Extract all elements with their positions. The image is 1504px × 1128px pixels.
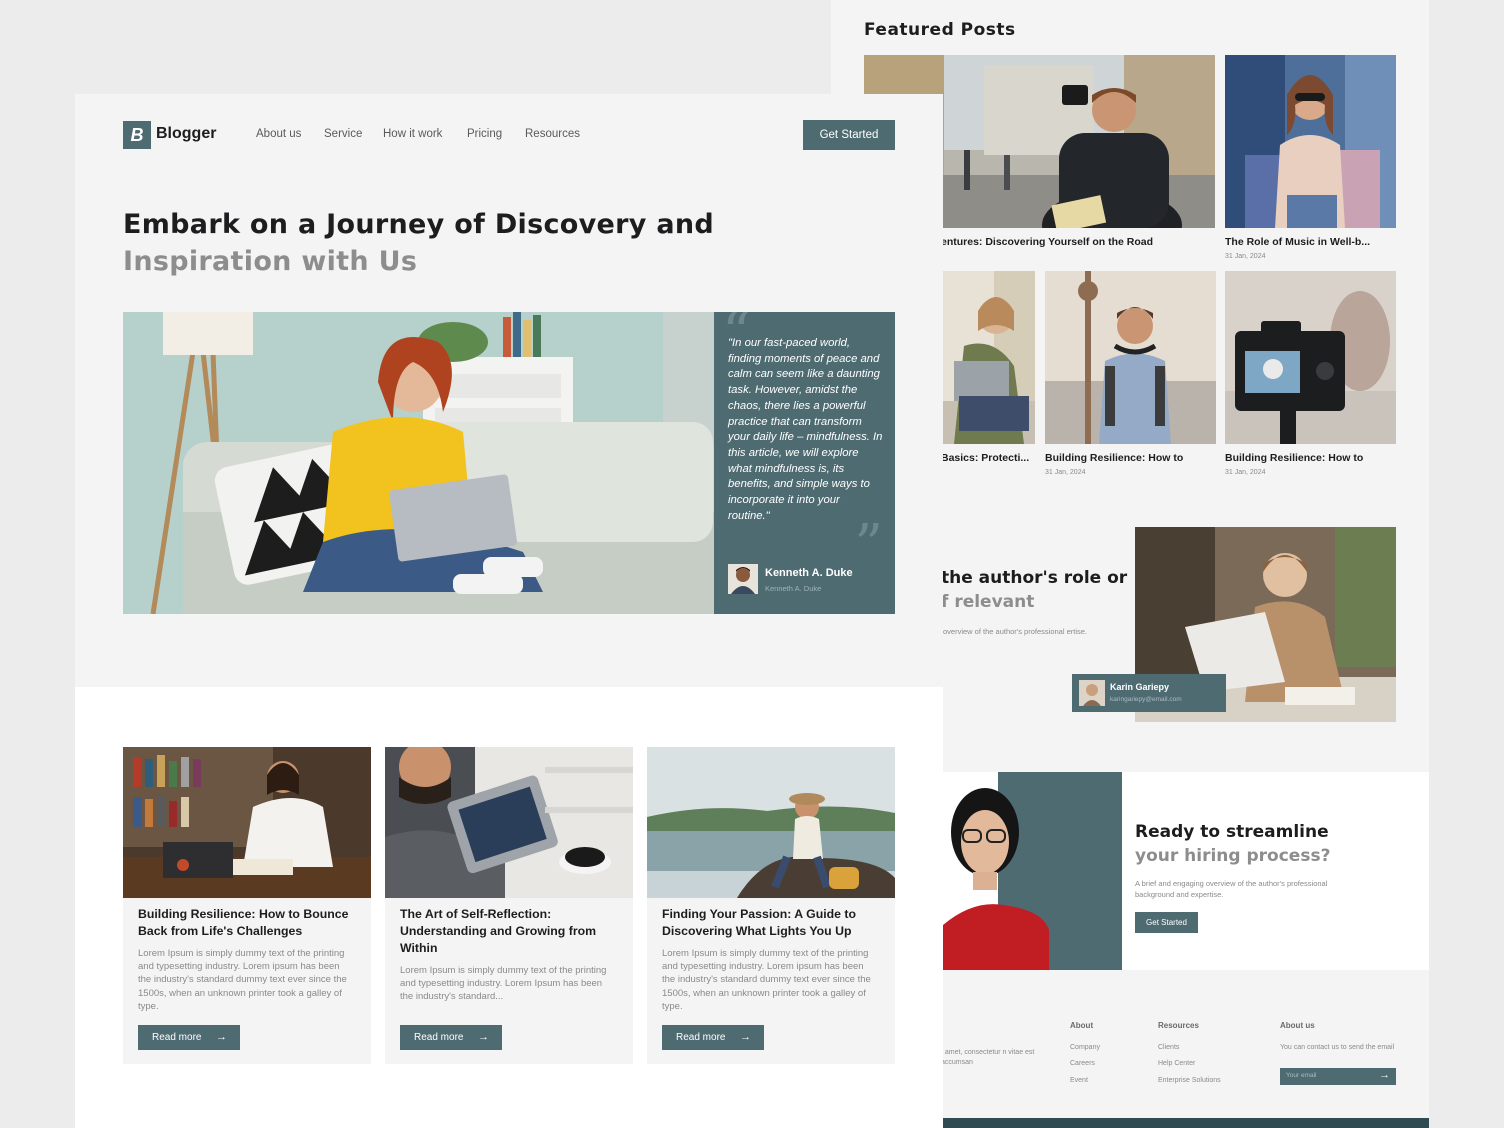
cta-subtitle: your hiring process? bbox=[1135, 846, 1331, 866]
quote-card: “ "In our fast-paced world, finding mome… bbox=[714, 312, 895, 614]
post-date: 31 Jan, 2024 bbox=[1045, 469, 1086, 476]
article-card[interactable]: Building Resilience: How to Bounce Back … bbox=[123, 747, 371, 1064]
article-image[interactable] bbox=[385, 747, 633, 898]
cta-title: Ready to streamline bbox=[1135, 822, 1329, 842]
article-card[interactable]: The Art of Self-Reflection: Understandin… bbox=[385, 747, 633, 1064]
quote-author-subtitle: Kenneth A. Duke bbox=[765, 584, 822, 593]
post-title[interactable]: The Role of Music in Well-b... bbox=[1225, 236, 1395, 248]
hero-image bbox=[123, 312, 714, 614]
read-more-button[interactable]: Read more → bbox=[662, 1025, 764, 1050]
article-excerpt: Lorem Ipsum is simply dummy text of the … bbox=[662, 948, 871, 1012]
footer-link-careers[interactable]: Careers bbox=[1070, 1060, 1095, 1067]
author-name: Karin Gariepy bbox=[1110, 682, 1170, 692]
author-subheading: f relevant bbox=[941, 592, 1035, 612]
post-title[interactable]: Building Resilience: How to bbox=[1045, 452, 1215, 464]
footer-link-help-center[interactable]: Help Center bbox=[1158, 1060, 1195, 1067]
nav-about-us[interactable]: About us bbox=[256, 128, 301, 140]
blog-landing-page: B Blogger About us Service How it work P… bbox=[75, 94, 943, 1128]
post-date: 31 Jan, 2024 bbox=[1225, 469, 1266, 476]
footer-col-aboutus-title: About us bbox=[1280, 1021, 1315, 1030]
brand-name[interactable]: Blogger bbox=[156, 125, 216, 143]
cta-get-started-button[interactable]: Get Started bbox=[1135, 912, 1198, 933]
quote-author-avatar bbox=[728, 564, 758, 594]
post-title[interactable]: Building Resilience: How to bbox=[1225, 452, 1395, 464]
read-more-label: Read more bbox=[676, 1032, 726, 1043]
article-image[interactable] bbox=[647, 747, 895, 898]
author-chip: Karin Gariepy karingariepy@email.com bbox=[1072, 674, 1226, 712]
read-more-button[interactable]: Read more → bbox=[400, 1025, 502, 1050]
footer-email-placeholder: Your email bbox=[1286, 1072, 1317, 1079]
author-description: overview of the author's professional er… bbox=[943, 627, 1088, 636]
nav-how-it-work[interactable]: How it work bbox=[383, 128, 442, 140]
nav-service[interactable]: Service bbox=[324, 128, 362, 140]
nav-resources[interactable]: Resources bbox=[525, 128, 580, 140]
quote-close-icon: ” bbox=[854, 513, 883, 578]
post-title[interactable]: entures: Discovering Yourself on the Roa… bbox=[941, 236, 1221, 248]
read-more-button[interactable]: Read more → bbox=[138, 1025, 240, 1050]
footer-link-event[interactable]: Event bbox=[1070, 1077, 1088, 1084]
author-heading: the author's role or bbox=[941, 568, 1128, 588]
footer-link-enterprise[interactable]: Enterprise Solutions bbox=[1158, 1077, 1221, 1084]
footer-contact-text: You can contact us to send the email bbox=[1280, 1044, 1395, 1051]
quote-author-name: Kenneth A. Duke bbox=[765, 567, 853, 579]
footer-about-text: t amet, consectetur n vitae est accumsan bbox=[941, 1049, 1035, 1066]
article-image[interactable] bbox=[123, 747, 371, 898]
logo-icon[interactable]: B bbox=[123, 121, 151, 149]
post-image-shopping[interactable] bbox=[1225, 55, 1396, 228]
arrow-right-icon[interactable]: → bbox=[1379, 1069, 1390, 1081]
footer-col-about-title: About bbox=[1070, 1021, 1094, 1030]
post-date: 31 Jan, 2024 bbox=[1225, 253, 1266, 260]
article-title[interactable]: Building Resilience: How to Bounce Back … bbox=[138, 906, 363, 940]
post-image-camera[interactable] bbox=[1225, 271, 1396, 444]
article-excerpt: Lorem Ipsum is simply dummy text of the … bbox=[400, 965, 607, 1003]
nav-pricing[interactable]: Pricing bbox=[467, 128, 502, 140]
article-excerpt: Lorem Ipsum is simply dummy text of the … bbox=[138, 948, 347, 1012]
article-card[interactable]: Finding Your Passion: A Guide to Discove… bbox=[647, 747, 895, 1064]
footer-link-company[interactable]: Company bbox=[1070, 1044, 1100, 1051]
arrow-right-icon: → bbox=[740, 1031, 751, 1043]
post-title[interactable]: Basics: Protecti... bbox=[941, 452, 1031, 464]
footer-bottom-bar bbox=[943, 1118, 1429, 1128]
read-more-label: Read more bbox=[152, 1032, 202, 1043]
hero-subtitle: Inspiration with Us bbox=[123, 246, 418, 277]
article-title[interactable]: The Art of Self-Reflection: Understandin… bbox=[400, 906, 625, 957]
footer-link-clients[interactable]: Clients bbox=[1158, 1044, 1179, 1051]
hero-title: Embark on a Journey of Discovery and bbox=[123, 209, 715, 240]
arrow-right-icon: → bbox=[216, 1031, 227, 1043]
author-email: karingariepy@email.com bbox=[1110, 696, 1182, 703]
author-avatar bbox=[1079, 680, 1105, 706]
quote-text: "In our fast-paced world, finding moment… bbox=[728, 337, 883, 522]
read-more-label: Read more bbox=[414, 1032, 464, 1043]
get-started-button[interactable]: Get Started bbox=[803, 120, 895, 150]
footer-email-input[interactable]: Your email → bbox=[1280, 1068, 1396, 1085]
cta-description: A brief and engaging overview of the aut… bbox=[1135, 879, 1328, 899]
footer-col-resources-title: Resources bbox=[1158, 1021, 1199, 1030]
article-title[interactable]: Finding Your Passion: A Guide to Discove… bbox=[662, 906, 887, 940]
post-image-man-headphones[interactable] bbox=[1045, 271, 1216, 444]
arrow-right-icon: → bbox=[478, 1031, 489, 1043]
cta-image bbox=[943, 772, 1122, 970]
featured-posts-title: Featured Posts bbox=[864, 20, 1016, 40]
